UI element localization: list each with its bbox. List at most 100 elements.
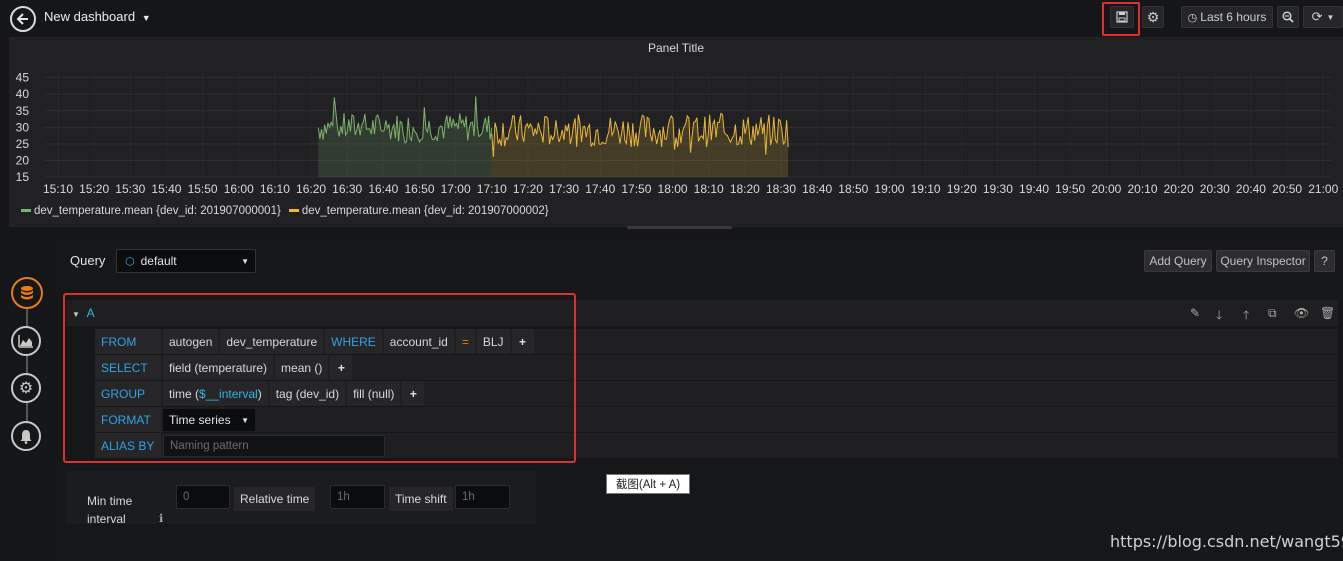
x-tick-label: 18:10 [694,182,724,196]
min-time-input[interactable]: 0 [176,485,230,509]
x-tick-label: 16:00 [224,182,254,196]
eye-icon[interactable]: 👁 [1294,306,1309,320]
back-button[interactable] [10,6,36,32]
x-tick-label: 16:30 [332,182,362,196]
x-tick-label: 15:40 [151,182,181,196]
min-time-label: Min time interval [87,494,133,526]
arrow-left-icon [16,13,28,25]
y-tick-label: 45 [16,71,30,85]
legend-swatch [288,209,299,213]
screenshot-tooltip: 截图(Alt + A) [606,474,690,494]
trash-icon[interactable]: 🗑 [1320,306,1335,320]
refresh-icon: ⟳ [1311,9,1323,24]
x-tick-label: 15:10 [43,182,73,196]
x-tick-label: 20:00 [1091,182,1121,196]
zoom-out-button[interactable] [1277,6,1299,28]
caret-down-icon: ▼ [141,13,151,23]
legend-label: dev_temperature.mean {dev_id: 2019070000… [301,205,549,217]
x-tick-label: 18:30 [766,182,796,196]
x-tick-label: 17:10 [477,182,507,196]
datasource-select[interactable]: ⬡ default ▼ [116,249,256,273]
graph-panel[interactable]: Panel Title 45 40 35 30 25 20 15 15:10 15:20 15:3… [9,37,1343,227]
refresh-button[interactable]: ⟳ ▼ [1303,6,1343,28]
x-tick-label: 17:00 [441,182,471,196]
x-tick-label: 15:20 [79,182,109,196]
save-highlight-box [1102,2,1140,36]
area-chart-icon [18,335,33,348]
x-tick-label: 18:20 [730,182,760,196]
datasource-icon: ⬡ [125,255,135,268]
edit-icon[interactable]: ✎ [1190,306,1200,320]
x-tick-label: 20:10 [1127,182,1157,196]
move-down-icon[interactable]: 🡓 [1216,306,1222,327]
x-tick-label: 17:20 [513,182,543,196]
help-button[interactable]: ? [1314,250,1335,272]
x-tick-label: 17:30 [549,182,579,196]
query-label: Query [70,253,106,268]
move-up-icon[interactable]: 🡑 [1243,306,1249,327]
x-tick-label: 18:40 [802,182,832,196]
x-tick-label: 20:50 [1272,182,1302,196]
sidebar-visualization-tab[interactable] [11,326,41,356]
watermark: https://blog.csdn.net/wangt5952 [1110,532,1343,551]
x-tick-label: 18:00 [658,182,688,196]
x-tick-label: 19:10 [911,182,941,196]
x-tick-label: 20:20 [1164,182,1194,196]
x-tick-label: 17:40 [585,182,615,196]
clock-icon: ◷ [1187,11,1198,24]
x-tick-label: 16:20 [296,182,326,196]
y-tick-label: 20 [16,153,30,167]
gear-icon: ⚙ [1146,8,1160,25]
time-series-chart: 45 40 35 30 25 20 15 15:10 15:20 15:30 15:40 15:50 1… [16,71,1339,196]
sidebar-queries-tab[interactable] [11,277,43,309]
sidebar-general-tab[interactable]: ⚙ [11,373,41,403]
x-tick-label: 16:10 [260,182,290,196]
x-tick-label: 16:40 [368,182,398,196]
query-inspector-button[interactable]: Query Inspector [1216,250,1310,272]
x-tick-label: 16:50 [404,182,434,196]
x-tick-label: 19:50 [1055,182,1085,196]
x-tick-label: 20:30 [1200,182,1230,196]
relative-time-label: Relative time [234,487,316,511]
y-tick-label: 30 [16,120,30,134]
bell-icon [20,429,32,444]
caret-down-icon: ▼ [1326,12,1335,22]
y-tick-label: 15 [16,170,30,184]
x-tick-label: 19:00 [874,182,904,196]
x-tick-label: 15:30 [115,182,145,196]
duplicate-icon[interactable]: ⧉ [1268,306,1277,321]
sidebar-connector [26,305,28,435]
settings-button[interactable]: ⚙ [1142,6,1164,28]
time-shift-input[interactable]: 1h [455,485,510,509]
y-tick-label: 35 [16,104,30,118]
zoom-out-icon [1282,11,1294,23]
dashboard-title[interactable]: New dashboard ▼ [44,9,151,24]
legend-swatch [21,209,31,213]
time-picker-button[interactable]: ◷ Last 6 hours [1181,6,1273,28]
gear-icon: ⚙ [18,380,34,397]
series-area-1 [318,96,492,177]
y-tick-label: 25 [16,137,30,151]
time-shift-label: Time shift [389,487,453,511]
x-tick-label: 17:50 [621,182,651,196]
legend-item[interactable]: dev_temperature.mean {dev_id: 2019070000… [21,205,281,217]
x-tick-label: 19:40 [1019,182,1049,196]
info-icon[interactable]: ℹ [159,512,163,525]
database-icon [21,286,33,300]
x-tick-label: 19:20 [947,182,977,196]
y-tick-label: 40 [16,87,30,101]
x-tick-label: 20:40 [1236,182,1266,196]
sidebar-alert-tab[interactable] [11,421,41,451]
x-tick-label: 15:50 [188,182,218,196]
add-query-button[interactable]: Add Query [1144,250,1212,272]
relative-time-input[interactable]: 1h [330,485,385,509]
x-tick-label: 18:50 [838,182,868,196]
query-highlight-box [63,293,576,463]
chart-legend: dev_temperature.mean {dev_id: 2019070000… [21,205,549,217]
legend-item[interactable]: dev_temperature.mean {dev_id: 2019070000… [288,205,549,217]
x-tick-label: 21:00 [1308,182,1338,196]
x-tick-label: 19:30 [983,182,1013,196]
panel-resize-handle[interactable] [627,226,732,229]
caret-down-icon: ▼ [241,256,249,266]
legend-label: dev_temperature.mean {dev_id: 2019070000… [34,205,281,217]
